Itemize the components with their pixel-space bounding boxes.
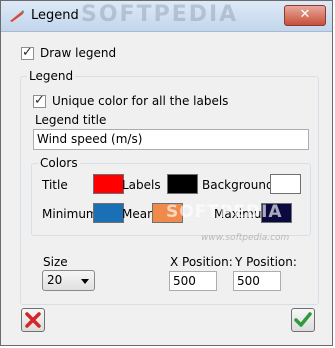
minimum-color-swatch[interactable] xyxy=(93,203,124,223)
title-color-label: Title xyxy=(42,178,68,192)
title-color-swatch[interactable] xyxy=(93,174,124,194)
window-title: Legend xyxy=(31,8,79,23)
legend-title-input[interactable]: Wind speed (m/s) xyxy=(33,129,309,150)
chevron-down-icon xyxy=(81,279,89,284)
y-position-input[interactable]: 500 xyxy=(233,271,281,291)
size-select-value: 20 xyxy=(47,273,63,287)
y-position-label: Y Position: xyxy=(235,255,297,269)
legend-title-label: Legend title xyxy=(35,113,107,127)
minimum-color-label: Minimum xyxy=(42,207,98,221)
cancel-button[interactable] xyxy=(21,308,45,332)
site-watermark: www.softpedia.com xyxy=(201,233,290,243)
pen-icon xyxy=(10,10,24,22)
unique-color-label: Unique color for all the labels xyxy=(52,94,229,108)
labels-color-swatch[interactable] xyxy=(167,174,198,194)
size-select[interactable]: 20 xyxy=(42,270,95,291)
ok-button[interactable] xyxy=(291,308,315,332)
checkmark-icon xyxy=(294,312,312,327)
colors-group: Colors xyxy=(31,156,311,236)
background-color-label: Background xyxy=(202,178,274,192)
size-label: Size xyxy=(43,255,68,269)
x-position-input[interactable]: 500 xyxy=(169,271,217,291)
legend-group-title: Legend xyxy=(29,69,74,83)
mean-color-label: Mean xyxy=(122,207,155,221)
draw-legend-checkbox[interactable] xyxy=(21,45,34,60)
x-position-label: X Position: xyxy=(170,255,233,269)
draw-legend-label: Draw legend xyxy=(40,46,117,60)
title-bar[interactable]: Legend SOFTPEDIA ✕ xyxy=(1,1,332,32)
title-watermark: SOFTPEDIA xyxy=(81,2,239,27)
legend-dialog: Legend SOFTPEDIA ✕ Draw legend Legend Un… xyxy=(0,0,333,346)
background-color-swatch[interactable] xyxy=(270,174,301,194)
labels-color-label: Labels xyxy=(122,178,161,192)
colors-group-title: Colors xyxy=(40,156,78,170)
close-button[interactable]: ✕ xyxy=(284,5,326,26)
colors-watermark: SOFTPEDIA xyxy=(166,202,283,222)
close-icon: ✕ xyxy=(299,7,311,22)
unique-color-checkbox[interactable] xyxy=(33,93,46,108)
cross-icon xyxy=(25,312,41,328)
